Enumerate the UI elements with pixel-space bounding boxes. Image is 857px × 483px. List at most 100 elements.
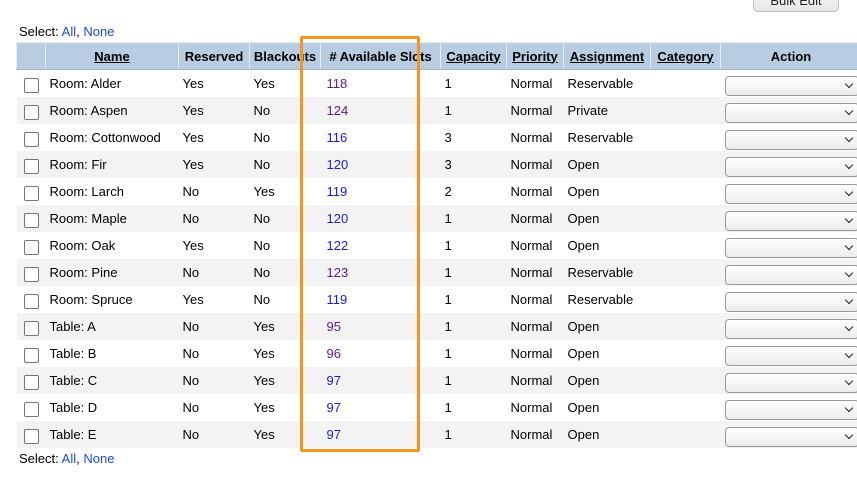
cell-assignment: Open [563,394,651,421]
cell-capacity: 1 [440,421,507,448]
cell-name: Table: B [45,340,179,367]
row-checkbox[interactable] [23,132,39,147]
cell-action [720,340,857,367]
cell-blackouts: No [249,259,321,286]
cell-capacity: 1 [440,259,507,286]
cell-priority: Normal [506,232,564,259]
select-links-bottom: Select: All, None [19,451,115,466]
row-checkbox[interactable] [23,348,39,363]
action-select[interactable] [724,291,857,312]
cell-blackouts: Yes [249,394,321,421]
available-slots-link[interactable]: 120 [325,211,349,226]
action-select[interactable] [724,237,857,258]
available-slots-link[interactable]: 123 [325,265,349,280]
action-select[interactable] [724,318,857,339]
cell-blackouts: Yes [249,340,321,367]
column-action: Action [720,42,857,70]
table-row: Room: Alder Yes Yes 118 1 Normal Reservable [16,69,857,97]
action-select[interactable] [724,183,857,204]
cell-available-slots: 116 [320,124,441,151]
cell-category [650,232,721,259]
row-checkbox[interactable] [23,105,39,120]
row-select-cell [16,313,46,340]
column-priority[interactable]: Priority [506,42,564,70]
cell-category [650,394,721,421]
cell-assignment: Open [563,178,651,205]
cell-category [650,205,721,232]
table-row: Table: B No Yes 96 1 Normal Open [16,340,857,367]
cell-action [720,151,857,178]
cell-action [720,313,857,340]
available-slots-link[interactable]: 97 [325,373,341,388]
cell-priority: Normal [506,178,564,205]
available-slots-link[interactable]: 119 [325,292,348,307]
cell-blackouts: Yes [249,367,321,394]
action-select[interactable] [724,372,857,393]
cell-category [650,367,721,394]
row-checkbox[interactable] [23,240,39,255]
column-capacity[interactable]: Capacity [440,42,507,70]
select-none-link[interactable]: None [83,24,114,39]
cell-name: Room: Aspen [45,97,179,124]
available-slots-link[interactable]: 95 [325,319,341,334]
column-reserved: Reserved [178,42,250,70]
select-none-link[interactable]: None [83,451,114,466]
available-slots-link[interactable]: 97 [325,427,341,442]
row-checkbox[interactable] [23,402,39,417]
row-checkbox[interactable] [23,294,39,309]
cell-assignment: Open [563,151,651,178]
row-select-cell [16,232,46,259]
column-category[interactable]: Category [650,42,721,70]
row-checkbox[interactable] [23,321,39,336]
chevron-down-icon [844,106,853,115]
available-slots-link[interactable]: 120 [325,157,349,172]
available-slots-link[interactable]: 96 [325,346,341,361]
available-slots-link[interactable]: 97 [325,400,341,415]
row-select-cell [16,367,46,394]
select-all-link[interactable]: All [62,24,76,39]
action-select[interactable] [724,426,857,447]
available-slots-link[interactable]: 122 [325,238,349,253]
action-select[interactable] [724,210,857,231]
action-select[interactable] [724,129,857,150]
row-checkbox[interactable] [23,429,39,444]
cell-reserved: No [178,313,250,340]
cell-reserved: Yes [178,97,250,124]
action-select[interactable] [724,156,857,177]
column-blackouts: Blackouts [249,42,321,70]
cell-assignment: Reservable [563,286,651,313]
row-checkbox[interactable] [23,78,39,93]
row-checkbox[interactable] [23,213,39,228]
cell-capacity: 1 [440,340,507,367]
row-checkbox[interactable] [23,267,39,282]
cell-blackouts: No [249,124,321,151]
cell-blackouts: No [249,97,321,124]
row-select-cell [16,69,46,97]
select-all-link[interactable]: All [62,451,76,466]
action-select[interactable] [724,399,857,420]
column-assignment[interactable]: Assignment [563,42,651,70]
cell-reserved: No [178,340,250,367]
row-select-cell [16,259,46,286]
cell-action [720,97,857,124]
action-select[interactable] [724,102,857,123]
available-slots-link[interactable]: 119 [325,184,348,199]
action-select[interactable] [724,345,857,366]
row-checkbox[interactable] [23,186,39,201]
action-select[interactable] [724,75,857,96]
cell-blackouts: No [249,151,321,178]
cell-assignment: Reservable [563,69,651,97]
cell-priority: Normal [506,286,564,313]
cell-capacity: 1 [440,286,507,313]
row-checkbox[interactable] [23,375,39,390]
bulk-edit-button[interactable]: Bulk Edit [753,0,839,12]
cell-available-slots: 97 [320,394,441,421]
cell-name: Table: C [45,367,179,394]
available-slots-link[interactable]: 124 [325,103,349,118]
action-select[interactable] [724,264,857,285]
available-slots-link[interactable]: 116 [325,130,348,145]
row-checkbox[interactable] [23,159,39,174]
chevron-down-icon [844,430,853,439]
column-name[interactable]: Name [45,42,179,70]
available-slots-link[interactable]: 118 [325,76,348,91]
